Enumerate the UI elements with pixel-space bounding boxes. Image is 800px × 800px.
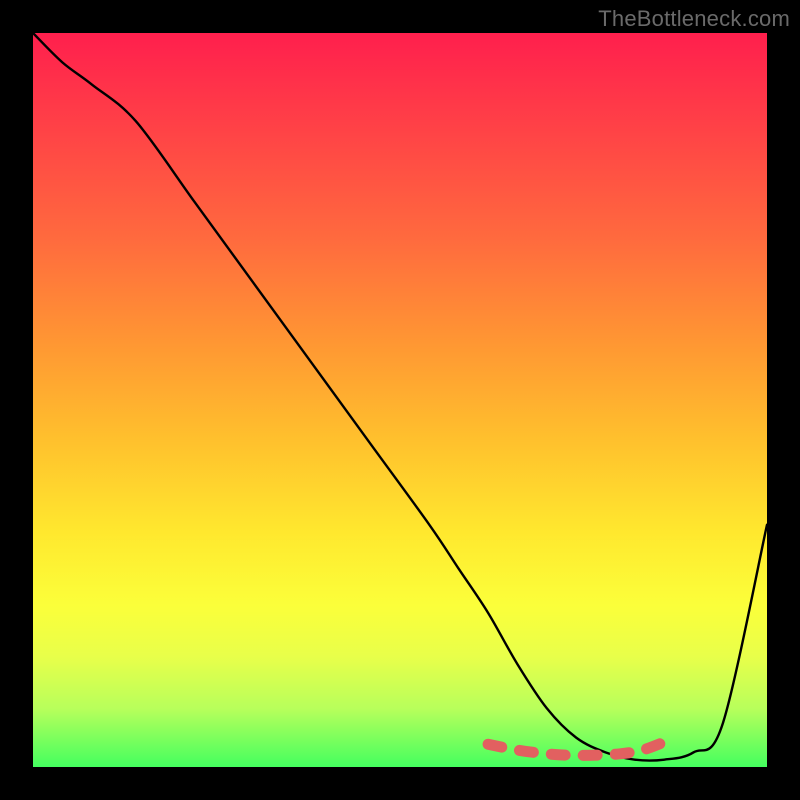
plot-area — [33, 33, 767, 767]
bottleneck-curve — [33, 33, 767, 761]
watermark-text: TheBottleneck.com — [598, 6, 790, 32]
chart-frame: TheBottleneck.com — [0, 0, 800, 800]
curve-layer — [33, 33, 767, 767]
highlight-segment — [488, 742, 664, 755]
